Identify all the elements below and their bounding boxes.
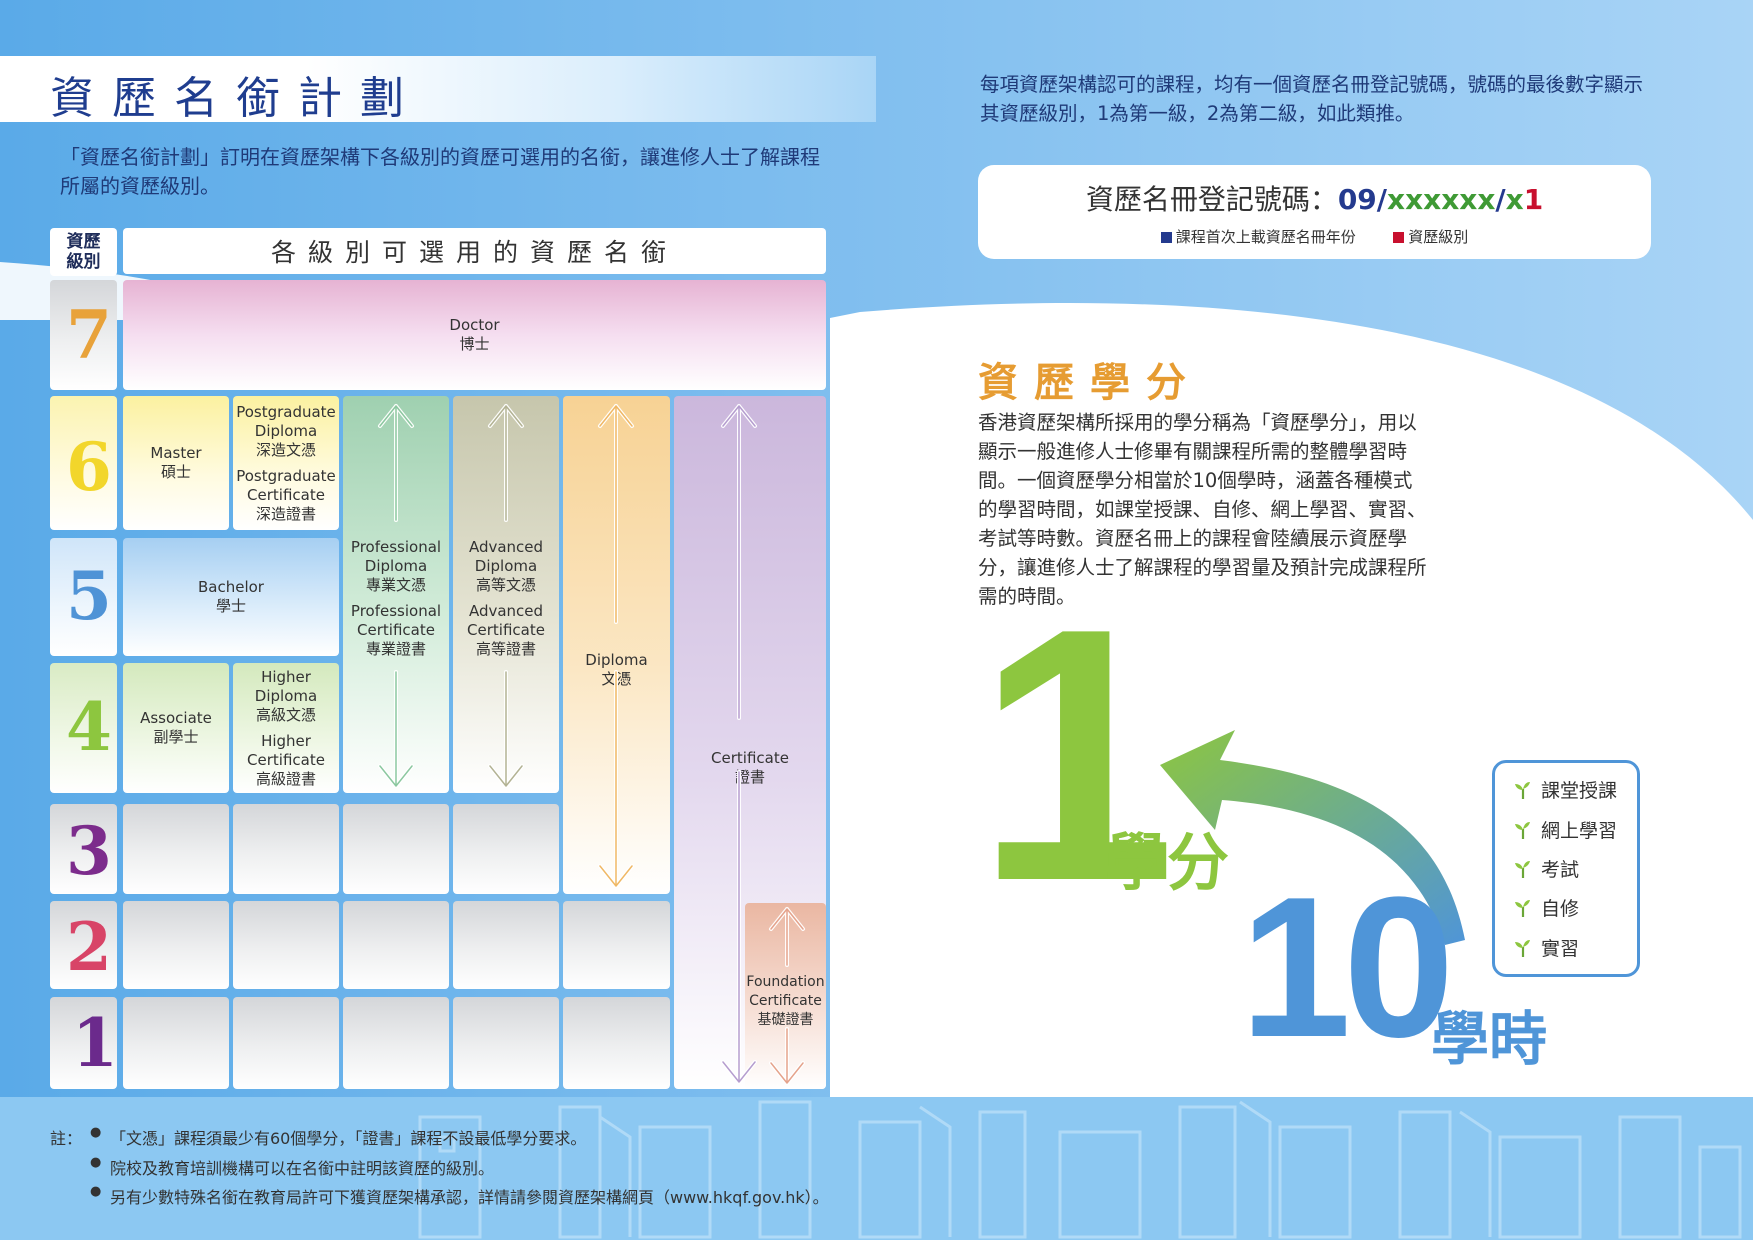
- pg-certificate-zh: 深造證書: [255, 504, 316, 523]
- level-number-7: 7: [66, 296, 112, 374]
- associate-zh: 副學士: [153, 728, 199, 746]
- certificate-range-arrow: [721, 404, 757, 1084]
- intro-paragraph: 「資歷名銜計劃」訂明在資歷架構下各級別的資歷可選用的名銜，讓進修人士了解課程所屬…: [60, 145, 820, 198]
- level-number-2: 2: [66, 908, 112, 986]
- empty-cell: [563, 997, 670, 1089]
- higher-cell: Higher Diploma 高級文憑 Higher Certificate 高…: [233, 663, 339, 793]
- level-number-6: 6: [66, 428, 112, 506]
- associate-en: Associate: [140, 709, 212, 727]
- note-item: 另有少數特殊名銜在教育局許可下獲資歷架構承認，詳情請參閱資歷架構網頁（www.h…: [110, 1188, 829, 1207]
- sprout-icon: [1515, 821, 1530, 839]
- pg-diploma-zh: 深造文憑: [255, 440, 316, 459]
- registration-legend: 課程首次上載資歷名冊年份 資歷級別: [978, 226, 1651, 247]
- level-header-label: 資歷級別: [66, 232, 101, 272]
- empty-cell: [233, 901, 339, 989]
- legend-year-label: 課程首次上載資歷名冊年份: [1175, 228, 1356, 246]
- foundation-range-arrow: [769, 907, 805, 1085]
- higher-diploma-zh: 高級文憑: [255, 705, 316, 724]
- pg-diploma-en-1: Postgraduate: [236, 402, 336, 421]
- bachelor-cell: Bachelor 學士: [123, 538, 339, 656]
- learning-mode-item: 網上學習: [1513, 816, 1617, 843]
- advanced-range-arrow: [488, 404, 524, 788]
- empty-cell: [453, 804, 559, 894]
- empty-cell: [123, 997, 229, 1089]
- pg-diploma-en-2: Diploma: [254, 421, 318, 440]
- sprout-icon: [1515, 939, 1530, 957]
- empty-cell: [453, 997, 559, 1089]
- mode-label: 課堂授課: [1541, 780, 1618, 802]
- level-number-5: 5: [66, 557, 112, 635]
- learning-mode-item: 課堂授課: [1513, 776, 1617, 803]
- higher-certificate-en-1: Higher: [261, 731, 311, 750]
- legend-swatch-year: [1160, 232, 1172, 243]
- mode-label: 網上學習: [1541, 820, 1618, 842]
- credit-label: 學分: [1105, 826, 1230, 899]
- big-hours-number: 10: [1240, 856, 1454, 1079]
- note-bullet: ●: [90, 1184, 102, 1199]
- credits-title: 資歷學分: [978, 359, 1202, 406]
- registration-intro: 每項資歷架構認可的課程，均有一個資歷名冊登記號碼，號碼的最後數字顯示其資歷級別，…: [980, 73, 1644, 125]
- learning-mode-item: 實習: [1513, 934, 1579, 961]
- hours-label: 學時: [1431, 1005, 1548, 1073]
- titles-column-header: 各級別可選用的資歷名銜: [123, 228, 826, 274]
- pg-certificate-en-1: Postgraduate: [236, 466, 336, 485]
- higher-certificate-en-2: Certificate: [247, 750, 325, 769]
- empty-cell: [563, 901, 670, 989]
- master-cell: Master 碩士: [123, 396, 229, 530]
- master-zh: 碩士: [160, 463, 191, 481]
- doctor-zh: 博士: [459, 335, 490, 353]
- higher-certificate-zh: 高級證書: [255, 769, 316, 788]
- level-number-1: 1: [72, 1004, 118, 1082]
- higher-diploma-en-2: Diploma: [254, 686, 318, 705]
- mode-label: 自修: [1541, 898, 1580, 920]
- page-title: 資歷名銜計劃: [50, 73, 422, 124]
- empty-cell: [453, 901, 559, 989]
- empty-cell: [123, 804, 229, 894]
- master-en: Master: [150, 444, 202, 462]
- empty-cell: [343, 804, 449, 894]
- note-bullet: ●: [90, 1155, 102, 1170]
- mode-label: 考試: [1541, 859, 1580, 881]
- sprout-icon: [1515, 899, 1530, 917]
- bachelor-en: Bachelor: [198, 578, 264, 596]
- note-bullet: ●: [90, 1125, 102, 1140]
- bachelor-zh: 學士: [215, 597, 246, 615]
- postgraduate-cell: Postgraduate Diploma 深造文憑 Postgraduate C…: [233, 396, 339, 530]
- level-column-header: 資歷級別: [50, 228, 117, 276]
- mode-label: 實習: [1541, 938, 1580, 960]
- empty-cell: [123, 901, 229, 989]
- note-item: 院校及教育培訓機構可以在名銜中註明該資歷的級別。: [110, 1159, 495, 1178]
- doctor-en: Doctor: [449, 316, 500, 334]
- professional-range-arrow: [378, 404, 414, 788]
- learning-mode-item: 考試: [1513, 855, 1579, 882]
- sprout-icon: [1515, 860, 1530, 878]
- titles-header-label: 各級別可選用的資歷名銜: [270, 238, 678, 267]
- diploma-range-arrow: [598, 404, 634, 888]
- level-number-4: 4: [66, 688, 112, 766]
- associate-cell: Associate 副學士: [123, 663, 229, 793]
- doctor-cell: Doctor 博士: [123, 280, 826, 390]
- registration-number-line: 資歷名冊登記號碼：09/xxxxxx/x1: [978, 178, 1651, 218]
- empty-cell: [233, 997, 339, 1089]
- registration-level-code: 1: [1523, 183, 1544, 216]
- higher-diploma-en-1: Higher: [261, 667, 311, 686]
- registration-separator: /: [1495, 183, 1506, 216]
- legend-level-label: 資歷級別: [1408, 228, 1469, 246]
- legend-swatch-level: [1393, 232, 1405, 243]
- sprout-icon: [1515, 781, 1530, 799]
- registration-code-x: x: [1505, 183, 1524, 216]
- empty-cell: [343, 997, 449, 1089]
- notes-label: 註：: [50, 1129, 83, 1148]
- registration-label: 資歷名冊登記號碼：: [1085, 183, 1338, 216]
- registration-year-code: 09: [1337, 183, 1377, 216]
- level-number-3: 3: [66, 812, 112, 890]
- learning-mode-item: 自修: [1513, 894, 1579, 921]
- empty-cell: [233, 804, 339, 894]
- empty-cell: [343, 901, 449, 989]
- registration-serial-code: xxxxxx: [1387, 183, 1496, 216]
- note-item: 「文憑」課程須最少有60個學分，「證書」課程不設最低學分要求。: [110, 1129, 587, 1148]
- registration-separator: /: [1376, 183, 1388, 216]
- pg-certificate-en-2: Certificate: [247, 485, 325, 504]
